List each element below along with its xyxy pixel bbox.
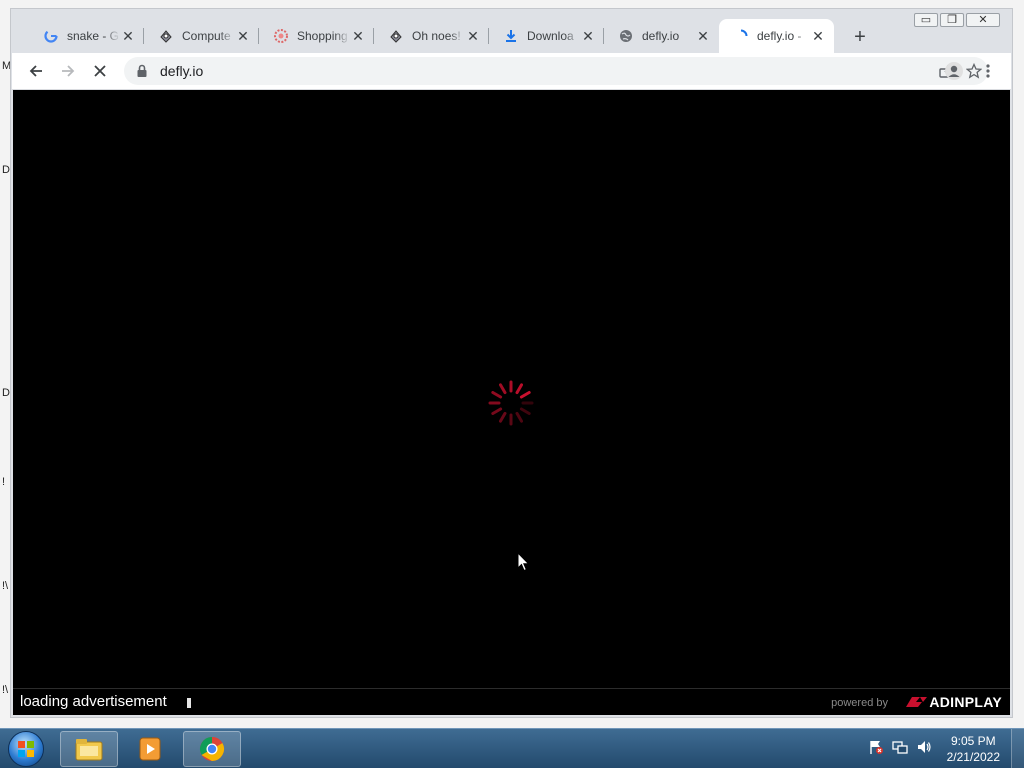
desktop-icon-label: !\ bbox=[2, 580, 9, 592]
ad-loading-bar: loading advertisement powered by ADINPLA… bbox=[13, 688, 1010, 715]
close-icon[interactable]: ✕ bbox=[350, 28, 366, 44]
tab-label: Shopping bbox=[297, 29, 348, 43]
tab-label: snake - G bbox=[67, 29, 120, 43]
tab-oh-noes[interactable]: Oh noes! ✕ bbox=[374, 19, 489, 53]
close-window-button[interactable]: ✕ bbox=[966, 13, 1000, 27]
clock-date: 2/21/2022 bbox=[946, 750, 1000, 764]
adinplay-brand-text: ADINPLAY bbox=[929, 694, 1002, 710]
google-icon bbox=[43, 28, 59, 44]
tab-strip: snake - G ✕ Compute ✕ Shopping ✕ Oh noes… bbox=[19, 19, 919, 53]
spinner-tick bbox=[499, 383, 507, 395]
taskbar-explorer[interactable] bbox=[60, 731, 118, 767]
spinner-tick bbox=[519, 391, 531, 399]
tab-label: Downloa bbox=[527, 29, 574, 43]
close-icon[interactable]: ✕ bbox=[695, 28, 711, 44]
spinner-tick bbox=[519, 407, 531, 415]
desktop-icon-label: !\ bbox=[2, 684, 9, 696]
menu-button[interactable] bbox=[976, 59, 1000, 83]
arrow-left-icon bbox=[29, 65, 42, 77]
desktop-icon-label: D bbox=[2, 387, 10, 399]
browser-window: ▭ ❐ ✕ snake - G ✕ Compute ✕ Shopping ✕ O… bbox=[10, 8, 1013, 718]
avatar-icon bbox=[945, 62, 963, 80]
close-icon[interactable]: ✕ bbox=[465, 28, 481, 44]
taskbar-chrome[interactable] bbox=[183, 731, 241, 767]
mouse-cursor-icon bbox=[517, 552, 530, 572]
window-controls: ▭ ❐ ✕ bbox=[914, 13, 1000, 27]
arrow-right-icon bbox=[62, 65, 75, 77]
new-tab-button[interactable]: + bbox=[850, 26, 870, 48]
start-button[interactable] bbox=[4, 730, 48, 768]
action-center-flag-icon[interactable] bbox=[868, 739, 884, 755]
taskbar-media-player[interactable] bbox=[121, 731, 179, 767]
tab-shopping[interactable]: Shopping ✕ bbox=[259, 19, 374, 53]
system-clock[interactable]: 9:05 PM 2/21/2022 bbox=[947, 733, 1000, 765]
show-desktop-button[interactable] bbox=[1011, 729, 1024, 769]
address-bar[interactable] bbox=[124, 57, 988, 85]
adinplay-logo-icon bbox=[906, 697, 928, 707]
loading-indicator bbox=[187, 698, 191, 708]
app-icon bbox=[158, 28, 174, 44]
windows-taskbar: 9:05 PM 2/21/2022 bbox=[0, 728, 1024, 769]
back-button[interactable] bbox=[24, 59, 48, 83]
url-input[interactable] bbox=[158, 62, 762, 80]
close-icon[interactable]: ✕ bbox=[810, 28, 826, 44]
tab-label: defly.io bbox=[642, 29, 680, 43]
lock-icon bbox=[134, 63, 150, 79]
tab-defly-active[interactable]: defly.io - ✕ bbox=[719, 19, 834, 53]
chrome-icon bbox=[199, 737, 225, 761]
tab-label: defly.io - bbox=[757, 29, 802, 43]
media-player-icon bbox=[139, 737, 161, 761]
volume-icon[interactable] bbox=[916, 739, 932, 755]
spinner-tick bbox=[491, 391, 503, 399]
profile-button[interactable] bbox=[942, 59, 966, 83]
page-viewport[interactable]: loading advertisement powered by ADINPLA… bbox=[13, 90, 1010, 715]
kebab-menu-icon bbox=[986, 64, 990, 78]
loading-advertisement-text: loading advertisement bbox=[20, 693, 167, 710]
loading-spinner-icon bbox=[488, 380, 534, 426]
shopping-icon bbox=[273, 28, 289, 44]
desktop-icon-label: ! bbox=[2, 476, 6, 488]
tab-compute[interactable]: Compute ✕ bbox=[144, 19, 259, 53]
close-icon[interactable]: ✕ bbox=[580, 28, 596, 44]
adinplay-logo[interactable]: ADINPLAY bbox=[905, 694, 1002, 710]
restore-button[interactable]: ❐ bbox=[940, 13, 964, 27]
loading-icon bbox=[733, 28, 749, 44]
close-icon[interactable]: ✕ bbox=[120, 28, 136, 44]
spinner-tick bbox=[515, 411, 523, 423]
forward-button[interactable] bbox=[56, 59, 80, 83]
clock-time: 9:05 PM bbox=[950, 734, 996, 748]
folder-icon bbox=[75, 739, 103, 761]
spinner-tick bbox=[499, 411, 507, 423]
tab-label: Oh noes! bbox=[412, 29, 461, 43]
tab-download[interactable]: Downloa ✕ bbox=[489, 19, 604, 53]
desktop-icon-label: D bbox=[2, 164, 10, 176]
network-icon[interactable] bbox=[892, 739, 908, 755]
stop-icon bbox=[94, 65, 106, 77]
close-icon[interactable]: ✕ bbox=[235, 28, 251, 44]
spinner-tick bbox=[491, 407, 503, 415]
spinner-tick bbox=[515, 383, 523, 395]
powered-by-text: powered by bbox=[831, 697, 888, 709]
windows-logo-icon bbox=[8, 731, 44, 767]
download-icon bbox=[503, 28, 519, 44]
system-tray bbox=[868, 739, 932, 755]
tab-label: Compute bbox=[182, 29, 231, 43]
tab-defly[interactable]: defly.io ✕ bbox=[604, 19, 719, 53]
app-icon bbox=[388, 28, 404, 44]
browser-toolbar bbox=[12, 53, 1011, 90]
tab-snake[interactable]: snake - G ✕ bbox=[29, 19, 144, 53]
globe-icon bbox=[618, 28, 634, 44]
stop-loading-button[interactable] bbox=[88, 59, 112, 83]
